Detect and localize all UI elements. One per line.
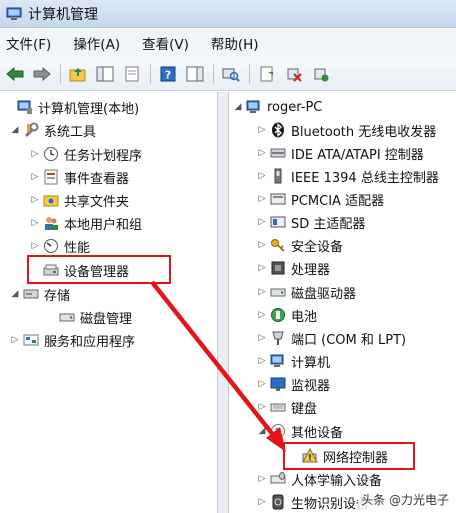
annotation-arrow <box>150 280 286 452</box>
watermark: 头条 @力光电子 <box>358 490 452 509</box>
arrow-shaft <box>150 280 276 438</box>
